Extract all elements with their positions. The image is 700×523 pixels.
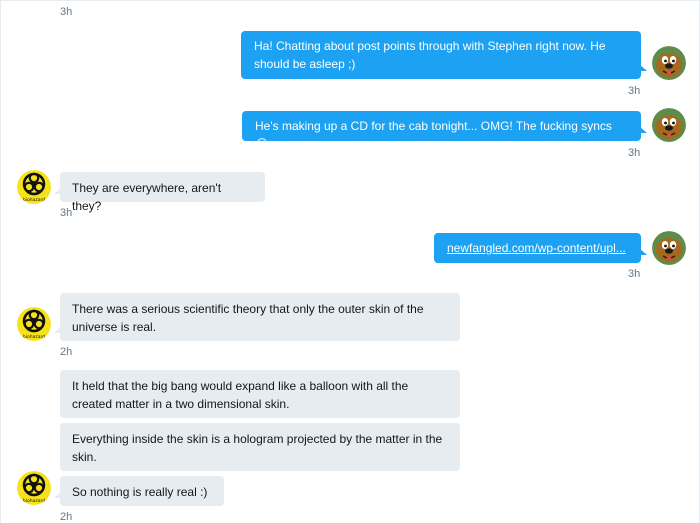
biohazard-avatar-icon: biohazard bbox=[17, 307, 51, 341]
received-message[interactable]: So nothing is really real :) bbox=[54, 476, 224, 506]
message-timestamp: 3h bbox=[60, 207, 73, 219]
avatar-label: biohazard bbox=[23, 197, 45, 203]
message-timestamp: 3h bbox=[628, 85, 641, 97]
message-timestamp: 2h bbox=[60, 346, 73, 358]
avatar-label: biohazard bbox=[23, 498, 45, 504]
user-avatar[interactable] bbox=[652, 46, 686, 80]
dog-avatar-icon bbox=[652, 108, 686, 142]
biohazard-avatar-icon: biohazard bbox=[17, 170, 51, 204]
message-text: So nothing is really real :) bbox=[72, 485, 208, 499]
avatar-label: biohazard bbox=[23, 334, 45, 340]
message-text: Everything inside the skin is a hologram… bbox=[72, 432, 443, 464]
contact-avatar[interactable]: biohazard bbox=[17, 471, 51, 505]
message-text: There was a serious scientific theory th… bbox=[72, 302, 424, 334]
received-message[interactable]: There was a serious scientific theory th… bbox=[54, 293, 460, 341]
biohazard-avatar-icon: biohazard bbox=[17, 471, 51, 505]
top-border bbox=[0, 0, 700, 1]
received-message[interactable]: They are everywhere, aren't they? bbox=[54, 172, 265, 213]
message-text: Ha! Chatting about post points through w… bbox=[254, 39, 606, 71]
message-text: He's making up a CD for the cab tonight.… bbox=[255, 119, 612, 151]
message-link[interactable]: newfangled.com/wp-content/upl... bbox=[447, 241, 626, 255]
sent-message[interactable]: newfangled.com/wp-content/upl... bbox=[434, 233, 647, 263]
message-timestamp: 3h bbox=[628, 268, 641, 280]
message-timestamp: 3h bbox=[60, 6, 73, 18]
dog-avatar-icon bbox=[652, 46, 686, 80]
contact-avatar[interactable]: biohazard bbox=[17, 170, 51, 204]
contact-avatar[interactable]: biohazard bbox=[17, 307, 51, 341]
user-avatar[interactable] bbox=[652, 108, 686, 142]
user-avatar[interactable] bbox=[652, 231, 686, 265]
sent-message[interactable]: Ha! Chatting about post points through w… bbox=[241, 31, 647, 79]
received-message[interactable]: It held that the big bang would expand l… bbox=[60, 370, 460, 418]
received-message[interactable]: Everything inside the skin is a hologram… bbox=[60, 423, 460, 471]
message-text: They are everywhere, aren't they? bbox=[72, 181, 222, 213]
message-text: It held that the big bang would expand l… bbox=[72, 379, 409, 411]
left-border bbox=[0, 0, 1, 523]
dog-avatar-icon bbox=[652, 231, 686, 265]
message-timestamp: 2h bbox=[60, 511, 73, 523]
message-timestamp: 3h bbox=[628, 147, 641, 159]
sent-message[interactable]: He's making up a CD for the cab tonight.… bbox=[242, 111, 647, 151]
